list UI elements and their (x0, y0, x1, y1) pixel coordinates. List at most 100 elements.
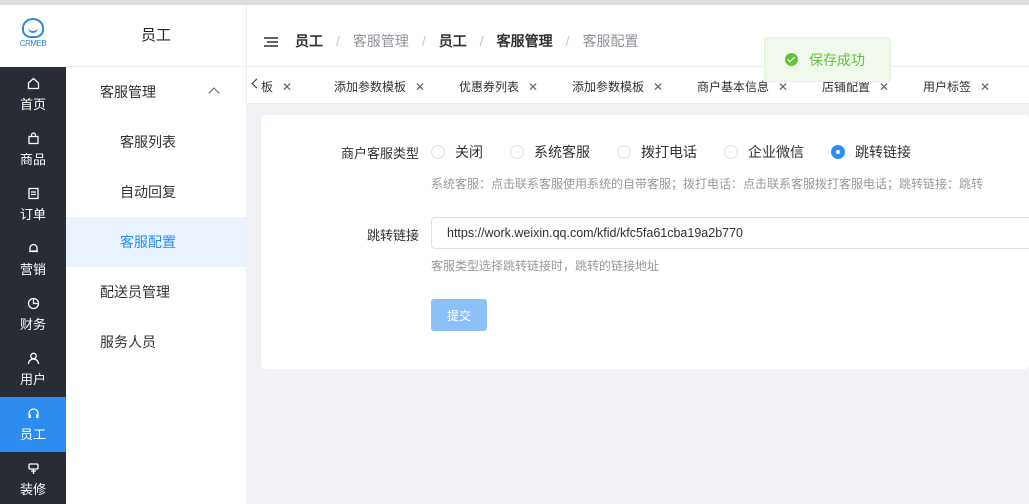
success-toast: 保存成功 (764, 37, 891, 82)
tab-label: 优惠券列表 (459, 80, 520, 94)
nav-item-label: 装修 (19, 481, 46, 497)
subnav-item-delivery-staff[interactable]: 配送员管理 (66, 267, 246, 317)
top-header: 员工 / 客服管理 / 员工 / 客服管理 / 客服配置 (247, 5, 1029, 67)
nav-item-label: 商品 (19, 151, 46, 167)
order-icon (26, 187, 40, 201)
jump-link-label: 跳转链接 (366, 228, 419, 243)
menu-toggle-icon[interactable] (264, 37, 278, 47)
breadcrumb-item[interactable]: 客服管理 (497, 31, 553, 51)
subnav-item-service-list[interactable]: 客服列表 (66, 117, 246, 167)
toast-message: 保存成功 (809, 51, 865, 68)
logo-mark (22, 18, 44, 38)
subnav-title: 员工 (66, 5, 246, 67)
tab-label: 板 (261, 80, 274, 94)
close-icon[interactable]: ✕ (879, 80, 889, 94)
subnav-item-label: 客服列表 (120, 134, 176, 150)
radio-label: 拨打电话 (641, 144, 697, 160)
radio-system-service[interactable]: 系统客服 (510, 142, 590, 162)
nav-item-label: 订单 (19, 206, 46, 222)
radio-phone-call[interactable]: 拨打电话 (617, 142, 697, 162)
close-icon[interactable]: ✕ (653, 80, 663, 94)
page-tab[interactable]: 优惠券列表 ✕ (459, 78, 538, 95)
jump-link-hint: 客服类型选择跳转链接时，跳转的链接地址 (431, 259, 660, 273)
subnav-item-label: 服务人员 (100, 334, 156, 350)
tabs-scroll-left-icon[interactable] (251, 78, 262, 89)
close-icon[interactable]: ✕ (415, 80, 425, 94)
bag-icon (26, 132, 40, 146)
subnav-item-label: 客服管理 (100, 84, 156, 100)
pie-icon (26, 297, 40, 311)
close-icon[interactable]: ✕ (778, 80, 788, 94)
user-icon (26, 352, 40, 366)
nav-item-label: 员工 (19, 426, 46, 442)
nav-item-marketing[interactable]: 营销 (0, 232, 66, 287)
radio-circle-checked[interactable] (831, 145, 845, 159)
nav-item-home[interactable]: 首页 (0, 67, 66, 122)
breadcrumb-separator: / (565, 33, 570, 49)
tab-label: 商户基本信息 (697, 80, 770, 94)
service-type-hint: 系统客服：点击联系客服使用系统的自带客服；拨打电话：点击联系客服拨打客服电话；跳… (431, 177, 984, 191)
subnav-item-label: 客服配置 (120, 234, 176, 250)
submit-button[interactable]: 提交 (431, 299, 487, 331)
nav-item-staff[interactable]: 员工 (0, 397, 66, 452)
secondary-sidebar: 员工 客服管理 客服列表 自动回复 客服配置 配送员管理 服务人员 (66, 5, 247, 504)
nav-item-label: 营销 (19, 261, 46, 277)
subnav-item-auto-reply[interactable]: 自动回复 (66, 167, 246, 217)
breadcrumb-item[interactable]: 客服管理 (353, 31, 409, 51)
nav-item-order[interactable]: 订单 (0, 177, 66, 232)
breadcrumb-separator: / (336, 33, 340, 49)
nav-item-label: 用户 (19, 371, 46, 387)
settings-card: 商户客服类型 关闭 系统客服 拨打电话 企业微信 跳转链接 系统客服：点击联系客… (261, 115, 1029, 369)
nav-item-finance[interactable]: 财务 (0, 287, 66, 342)
subnav-item-service-personnel[interactable]: 服务人员 (66, 317, 246, 367)
logo-text: CRMEB (19, 39, 47, 48)
nav-item-product[interactable]: 商品 (0, 122, 66, 177)
page-tab[interactable]: 添加参数模板 ✕ (572, 78, 663, 95)
bell-icon (26, 242, 40, 256)
page-tab[interactable]: 添加参数模板 ✕ (334, 78, 425, 95)
nav-item-label: 首页 (19, 96, 46, 112)
subnav-item-service-config[interactable]: 客服配置 (66, 217, 246, 267)
tab-label: 添加参数模板 (334, 80, 407, 94)
radio-circle[interactable] (617, 145, 631, 159)
service-type-radio-group: 关闭 系统客服 拨打电话 企业微信 跳转链接 (431, 142, 938, 162)
subnav-item-label: 配送员管理 (100, 284, 170, 300)
tab-label: 用户标签 (923, 80, 972, 94)
radio-label: 企业微信 (748, 144, 804, 160)
subnav-group-customer-service[interactable]: 客服管理 (66, 67, 246, 117)
brand-logo: CRMEB (0, 5, 66, 67)
chevron-up-icon (208, 87, 220, 99)
breadcrumb-item[interactable]: 员工 (439, 31, 467, 51)
radio-circle[interactable] (510, 145, 524, 159)
radio-circle[interactable] (724, 145, 738, 159)
nav-item-user[interactable]: 用户 (0, 342, 66, 397)
tab-label: 店铺配置 (822, 80, 871, 94)
service-type-label: 商户客服类型 (340, 146, 419, 161)
breadcrumb-separator: / (479, 33, 484, 49)
close-icon[interactable]: ✕ (528, 80, 538, 94)
radio-label: 跳转链接 (855, 144, 911, 160)
brush-icon (26, 462, 40, 476)
radio-close[interactable]: 关闭 (431, 142, 483, 162)
jump-link-input[interactable] (431, 217, 1029, 249)
radio-label: 系统客服 (534, 144, 590, 160)
breadcrumb-separator: / (421, 33, 426, 49)
radio-label: 关闭 (455, 144, 483, 160)
radio-jump-link[interactable]: 跳转链接 (831, 142, 911, 162)
page-tab[interactable]: 板 ✕ (261, 78, 292, 95)
home-icon (26, 77, 40, 91)
radio-wecom[interactable]: 企业微信 (724, 142, 804, 162)
main-sidebar: CRMEB 首页 商品 订单 营销 财务 用户 员工 装修 (0, 5, 66, 504)
radio-circle[interactable] (431, 145, 445, 159)
success-check-icon (785, 53, 798, 66)
breadcrumb-item[interactable]: 员工 (295, 31, 323, 51)
headset-icon (26, 407, 40, 421)
breadcrumb-item-current: 客服配置 (582, 33, 639, 49)
page-tab[interactable]: 用户标签 ✕ (923, 78, 990, 95)
close-icon[interactable]: ✕ (980, 80, 990, 94)
nav-item-decoration[interactable]: 装修 (0, 452, 66, 504)
close-icon[interactable]: ✕ (282, 80, 292, 94)
nav-item-label: 财务 (19, 316, 46, 332)
subnav-item-label: 自动回复 (120, 184, 176, 200)
tab-label: 添加参数模板 (572, 80, 645, 94)
